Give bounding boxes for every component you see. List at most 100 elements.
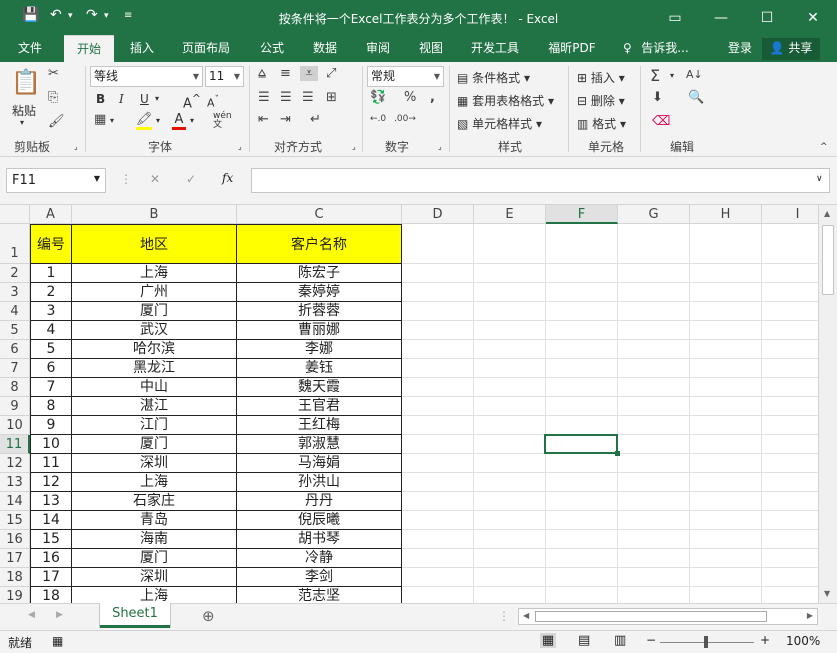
cell-a18[interactable]: 17 — [30, 568, 72, 587]
cell-e19[interactable] — [474, 587, 546, 603]
cell-d4[interactable] — [402, 302, 474, 321]
font-color-icon[interactable]: A — [172, 112, 186, 130]
cell-f18[interactable] — [546, 568, 618, 587]
row-header-16[interactable]: 16 — [0, 530, 30, 549]
cell-g3[interactable] — [618, 283, 690, 302]
macro-record-icon[interactable]: ▦ — [52, 634, 63, 648]
align-top-icon[interactable]: ⩠ — [258, 66, 266, 81]
cell-d6[interactable] — [402, 340, 474, 359]
cell-a11[interactable]: 10 — [30, 435, 72, 454]
accounting-format-icon[interactable]: 💱 — [370, 90, 386, 105]
align-right-icon[interactable]: ☰ — [302, 90, 314, 105]
clipboard-launcher-icon[interactable]: ⌟ — [74, 142, 78, 151]
cell-g4[interactable] — [618, 302, 690, 321]
fill-handle[interactable] — [615, 451, 620, 456]
cell-e15[interactable] — [474, 511, 546, 530]
page-break-view-icon[interactable]: ▥ — [614, 633, 626, 648]
percent-icon[interactable]: % — [404, 90, 416, 105]
cell-h2[interactable] — [690, 264, 762, 283]
row-header-18[interactable]: 18 — [0, 568, 30, 587]
italic-button[interactable]: I — [119, 92, 124, 106]
cell-d12[interactable] — [402, 454, 474, 473]
tab-view[interactable]: 视图 — [411, 35, 451, 62]
cell-c14[interactable]: 丹丹 — [237, 492, 402, 511]
cell-c6[interactable]: 李娜 — [237, 340, 402, 359]
cell-h5[interactable] — [690, 321, 762, 340]
format-cells-button[interactable]: ▥ 格式 ▾ — [577, 115, 626, 132]
zoom-slider-thumb[interactable] — [704, 636, 708, 648]
row-header-19[interactable]: 19 — [0, 587, 30, 603]
horizontal-scrollbar[interactable]: ◀ ▶ — [518, 608, 818, 625]
cell-f19[interactable] — [546, 587, 618, 603]
sort-filter-icon[interactable]: A↓ — [686, 68, 703, 81]
cell-c11[interactable]: 郭淑慧 — [237, 435, 402, 454]
cell-h18[interactable] — [690, 568, 762, 587]
cell-h9[interactable] — [690, 397, 762, 416]
row-header-12[interactable]: 12 — [0, 454, 30, 473]
column-header-e[interactable]: E — [474, 205, 546, 224]
cell-e7[interactable] — [474, 359, 546, 378]
worksheet-grid[interactable]: ABCDEFGHI 1 编号 地区 客户名称 2 1 上海 陈宏子 3 2 广州 秦婷婷 4 3 厦门 折蓉蓉… — [0, 205, 837, 603]
row-header-8[interactable]: 8 — [0, 378, 30, 397]
cell-styles-button[interactable]: ▧ 单元格样式 ▾ — [457, 115, 542, 132]
fill-color-icon[interactable]: 🖍 — [136, 112, 153, 130]
cell-c5[interactable]: 曹丽娜 — [237, 321, 402, 340]
decrease-font-icon[interactable]: Aˇ — [207, 94, 219, 110]
phonetic-guide-button[interactable]: wén 文 — [213, 112, 232, 130]
cell-d5[interactable] — [402, 321, 474, 340]
cell-g1[interactable] — [618, 224, 690, 264]
maximize-button[interactable]: ☐ — [744, 0, 790, 35]
cell-d17[interactable] — [402, 549, 474, 568]
cell-e17[interactable] — [474, 549, 546, 568]
cell-a15[interactable]: 14 — [30, 511, 72, 530]
row-header-3[interactable]: 3 — [0, 283, 30, 302]
cell-h8[interactable] — [690, 378, 762, 397]
cell-f1[interactable] — [546, 224, 618, 264]
row-header-10[interactable]: 10 — [0, 416, 30, 435]
cell-f14[interactable] — [546, 492, 618, 511]
formula-input[interactable] — [251, 168, 830, 193]
align-middle-icon[interactable]: ≡ — [280, 66, 291, 81]
cell-c13[interactable]: 孙洪山 — [237, 473, 402, 492]
cell-a10[interactable]: 9 — [30, 416, 72, 435]
table-header-cell[interactable]: 编号 — [30, 224, 72, 264]
cell-f5[interactable] — [546, 321, 618, 340]
font-name-combo[interactable]: 等线 ▼ — [90, 66, 203, 87]
cell-g13[interactable] — [618, 473, 690, 492]
cell-f8[interactable] — [546, 378, 618, 397]
comma-style-icon[interactable]: , — [430, 90, 435, 105]
tab-developer[interactable]: 开发工具 — [464, 35, 526, 62]
cell-g16[interactable] — [618, 530, 690, 549]
cell-a5[interactable]: 4 — [30, 321, 72, 340]
cell-f4[interactable] — [546, 302, 618, 321]
cell-g17[interactable] — [618, 549, 690, 568]
cell-a3[interactable]: 2 — [30, 283, 72, 302]
cell-g12[interactable] — [618, 454, 690, 473]
cell-h11[interactable] — [690, 435, 762, 454]
cell-c18[interactable]: 李剑 — [237, 568, 402, 587]
cell-e2[interactable] — [474, 264, 546, 283]
prev-sheet-icon[interactable]: ◀ — [28, 610, 35, 620]
cell-b13[interactable]: 上海 — [72, 473, 237, 492]
cell-d8[interactable] — [402, 378, 474, 397]
cell-a19[interactable]: 18 — [30, 587, 72, 603]
cell-g6[interactable] — [618, 340, 690, 359]
scroll-left-icon[interactable]: ◀ — [523, 611, 529, 620]
delete-cells-button[interactable]: ⊟ 删除 ▾ — [577, 92, 625, 109]
cell-a7[interactable]: 6 — [30, 359, 72, 378]
cell-h12[interactable] — [690, 454, 762, 473]
column-header-f[interactable]: F — [546, 205, 618, 224]
cell-e16[interactable] — [474, 530, 546, 549]
cell-b15[interactable]: 青岛 — [72, 511, 237, 530]
cell-g14[interactable] — [618, 492, 690, 511]
cell-d10[interactable] — [402, 416, 474, 435]
cell-e12[interactable] — [474, 454, 546, 473]
vertical-scrollbar[interactable]: ▲ ▼ — [818, 205, 837, 603]
cell-g5[interactable] — [618, 321, 690, 340]
cell-d7[interactable] — [402, 359, 474, 378]
cell-c2[interactable]: 陈宏子 — [237, 264, 402, 283]
cell-c7[interactable]: 姜钰 — [237, 359, 402, 378]
add-sheet-icon[interactable]: ⊕ — [202, 607, 215, 625]
cell-g7[interactable] — [618, 359, 690, 378]
normal-view-icon[interactable]: ▦ — [540, 633, 556, 648]
